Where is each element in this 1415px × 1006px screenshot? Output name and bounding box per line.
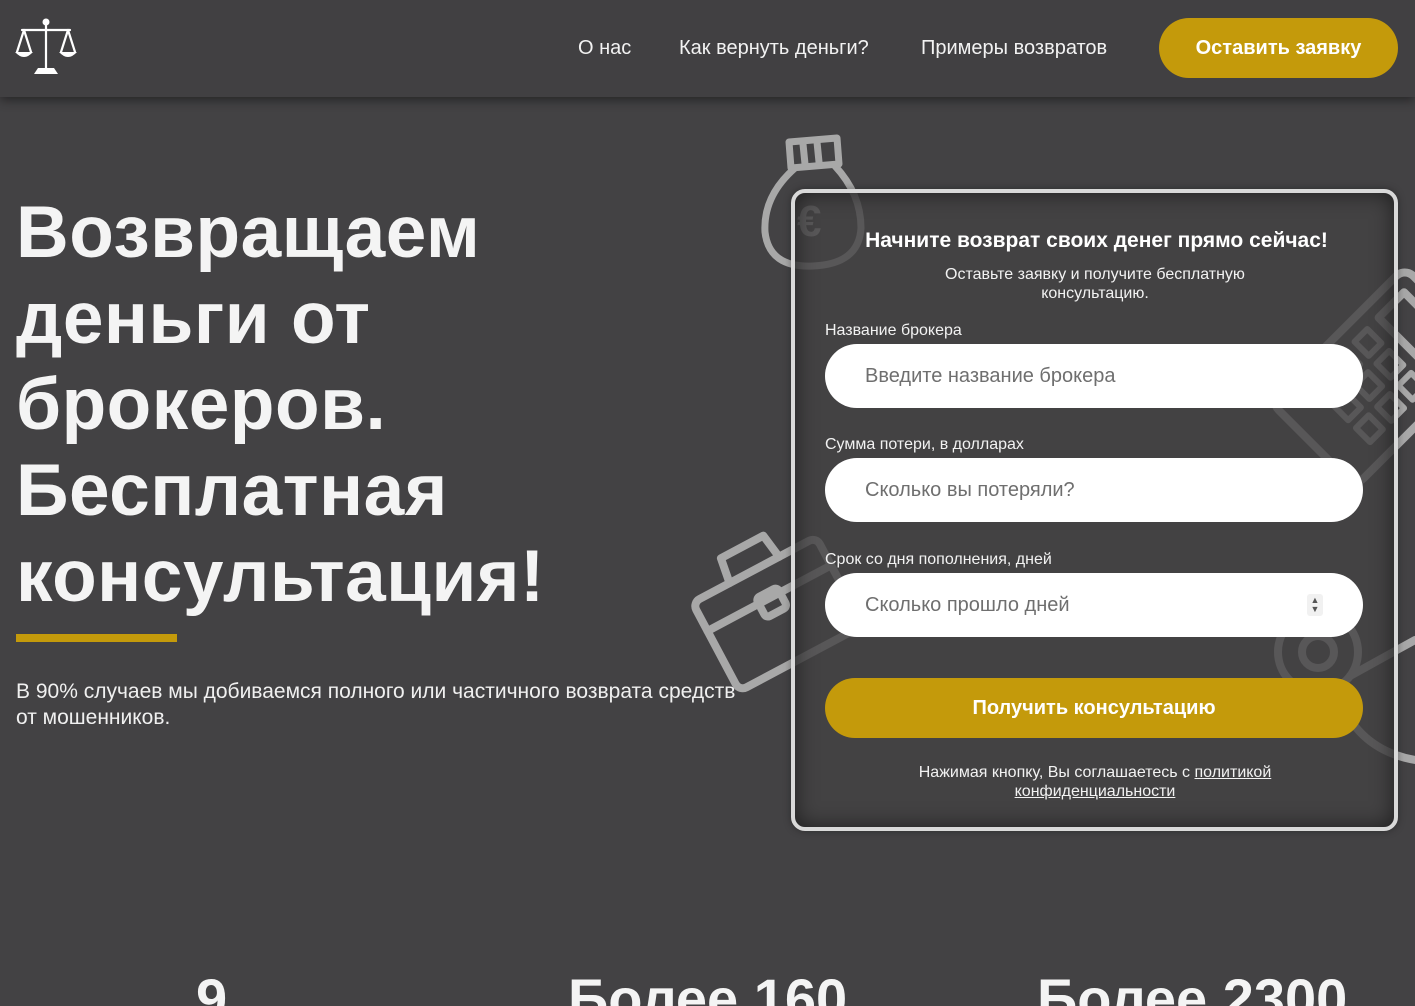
hero-title-line: деньги от — [16, 278, 371, 359]
form-subtitle: Оставьте заявку и получите бесплатную ко… — [945, 266, 1245, 302]
hero-title-line: брокеров. — [16, 364, 387, 445]
nav-link-examples[interactable]: Примеры возвратов — [921, 37, 1107, 60]
stat-value: Более 160 — [568, 967, 848, 1006]
number-stepper[interactable]: ▲ ▼ — [1307, 594, 1323, 616]
hero-title: Возвращаем деньги от брокеров. Бесплатна… — [16, 190, 716, 620]
hero-title-line: Возвращаем — [16, 192, 481, 273]
hero-title-line: консультация! — [16, 536, 545, 617]
scales-of-justice-icon[interactable] — [14, 16, 78, 76]
consultation-form: Начните возврат своих денег прямо сейчас… — [791, 189, 1398, 831]
privacy-consent-text: Нажимая кнопку, Вы соглашаетесь с полити… — [855, 763, 1335, 801]
get-consultation-button[interactable]: Получить консультацию — [825, 678, 1363, 738]
hero-subtitle: В 90% случаев мы добиваемся полного или … — [16, 680, 736, 729]
days-since-deposit-input[interactable] — [825, 573, 1363, 637]
nav-link-about[interactable]: О нас — [578, 37, 631, 60]
broker-name-label: Название брокера — [825, 322, 962, 339]
stat-value: 9 — [196, 967, 228, 1006]
nav-link-how-to-return[interactable]: Как вернуть деньги? — [679, 37, 869, 60]
stat-value: Более 2300 — [1037, 967, 1348, 1006]
broker-name-input[interactable] — [825, 344, 1363, 408]
title-underline-divider — [16, 634, 177, 642]
consent-text: Нажимая кнопку, Вы соглашаетесь с — [918, 764, 1195, 781]
form-title: Начните возврат своих денег прямо сейчас… — [865, 229, 1328, 252]
days-since-deposit-label: Срок со дня пополнения, дней — [825, 551, 1052, 568]
stepper-down-icon[interactable]: ▼ — [1311, 605, 1320, 614]
hero-title-line: Бесплатная — [16, 450, 448, 531]
loss-amount-input[interactable] — [825, 458, 1363, 522]
loss-amount-label: Сумма потери, в долларах — [825, 436, 1024, 453]
leave-request-button[interactable]: Оставить заявку — [1159, 18, 1398, 78]
site-header: О нас Как вернуть деньги? Примеры возвра… — [0, 0, 1415, 97]
